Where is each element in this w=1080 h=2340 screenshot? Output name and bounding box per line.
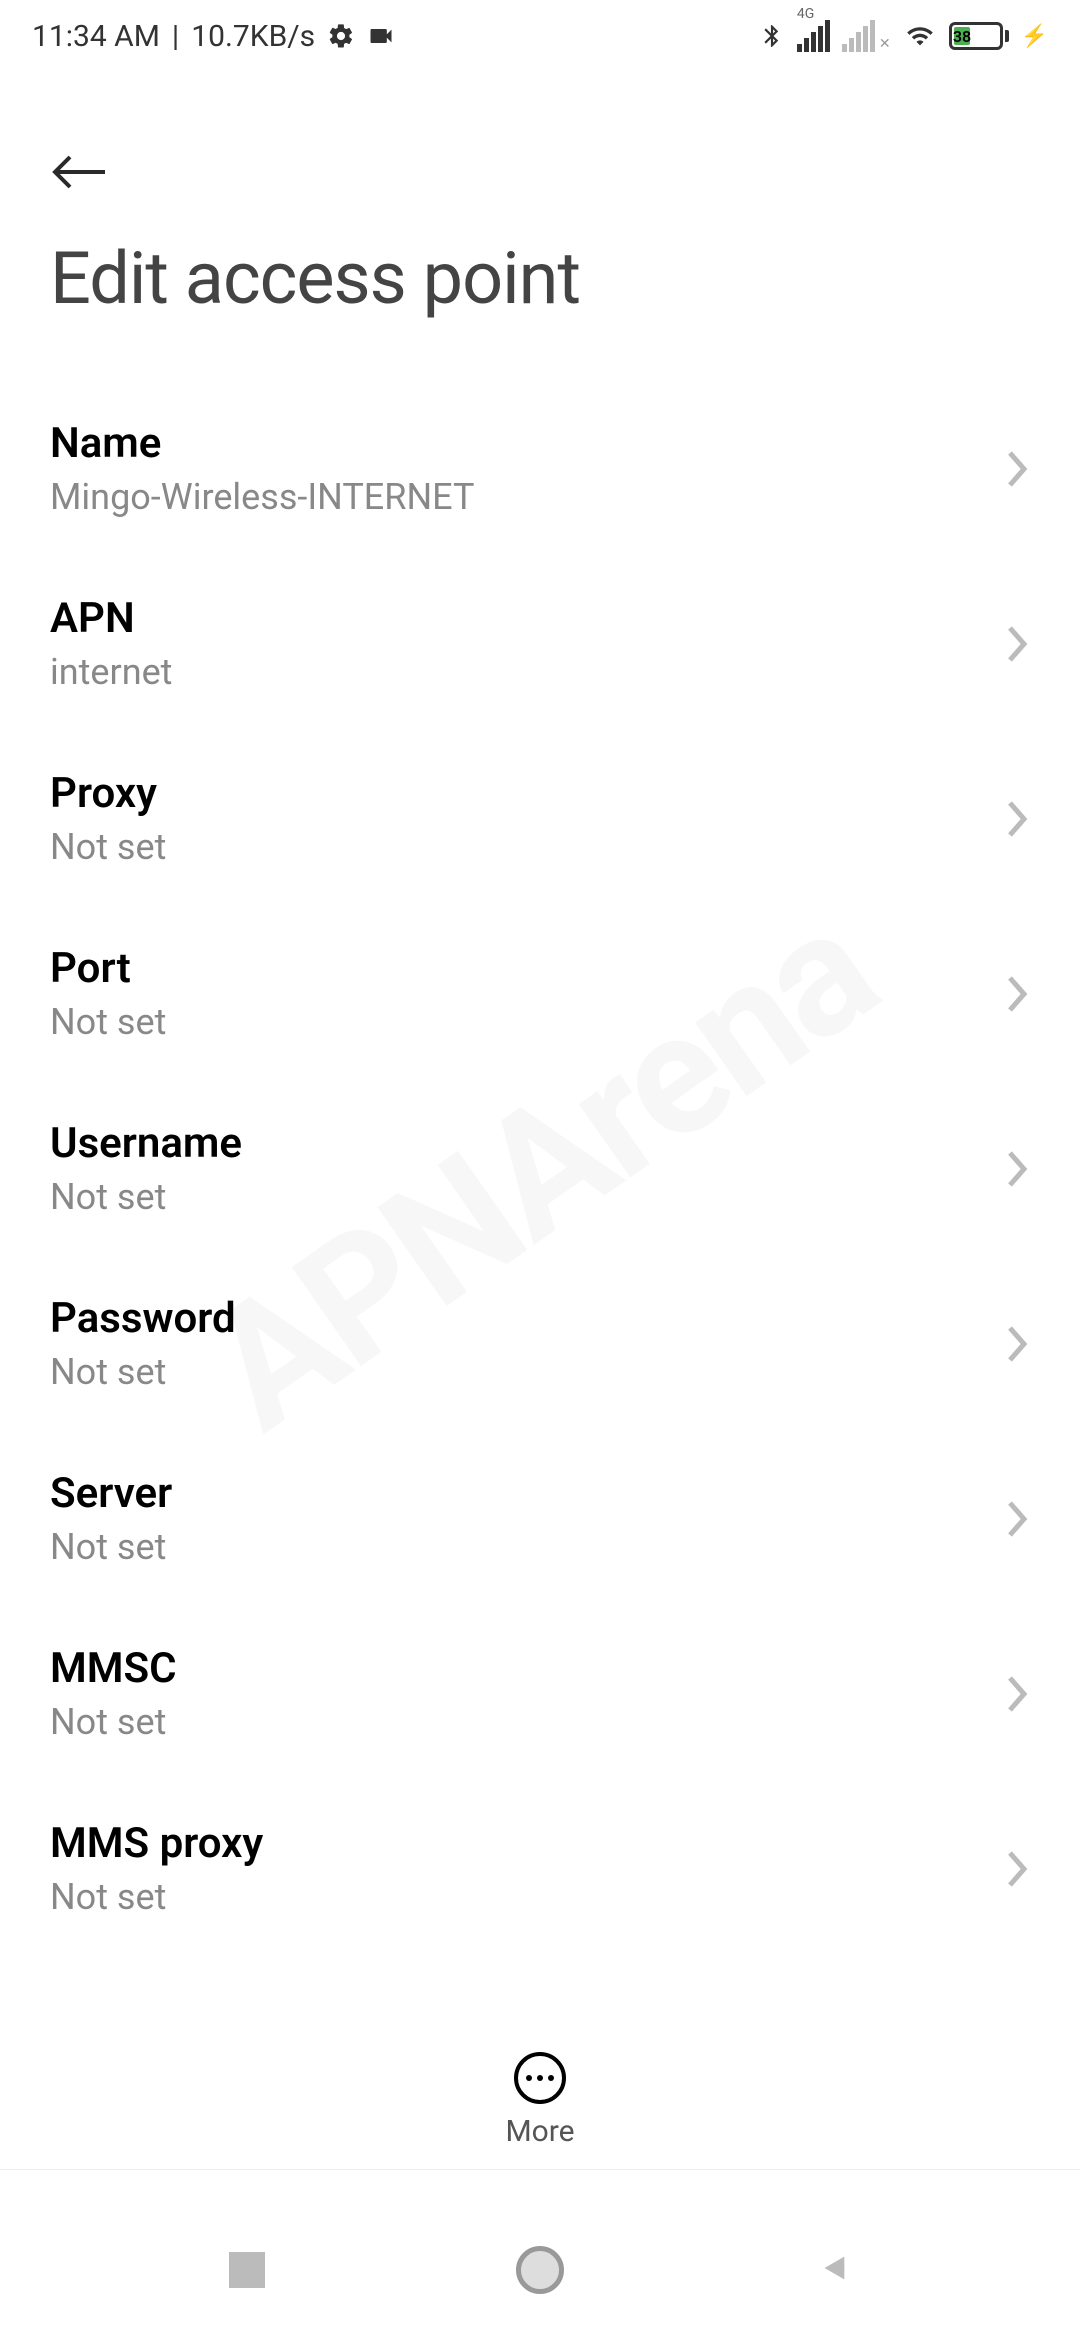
nav-bar xyxy=(0,2200,1080,2340)
status-time: 11:34 AM xyxy=(32,19,160,54)
chevron-right-icon xyxy=(1006,799,1030,839)
status-speed: 10.7KB/s xyxy=(191,19,315,54)
setting-row-password[interactable]: Password Not set xyxy=(0,1256,1080,1431)
setting-label: MMS proxy xyxy=(50,1819,263,1868)
status-bar: 11:34 AM | 10.7KB/s 4G ✕ xyxy=(0,0,1080,72)
charging-icon: ⚡ xyxy=(1021,24,1048,49)
setting-row-server[interactable]: Server Not set xyxy=(0,1431,1080,1606)
setting-label: Username xyxy=(50,1119,242,1168)
setting-label: MMSC xyxy=(50,1644,177,1693)
setting-label: Password xyxy=(50,1294,236,1343)
nav-recent-button[interactable] xyxy=(217,2240,277,2300)
gear-icon xyxy=(327,22,355,50)
setting-row-mms-proxy[interactable]: MMS proxy Not set xyxy=(0,1781,1080,1956)
chevron-right-icon xyxy=(1006,1849,1030,1889)
recent-icon xyxy=(229,2252,265,2288)
setting-value: Not set xyxy=(50,1001,166,1043)
setting-row-name[interactable]: Name Mingo-Wireless-INTERNET xyxy=(0,381,1080,556)
setting-label: APN xyxy=(50,594,172,643)
setting-value: Not set xyxy=(50,826,166,868)
settings-list: Name Mingo-Wireless-INTERNET APN interne… xyxy=(0,341,1080,1956)
nav-back-button[interactable] xyxy=(803,2240,863,2300)
more-icon xyxy=(514,2052,566,2104)
setting-value: Not set xyxy=(50,1876,263,1918)
more-button[interactable]: More xyxy=(0,2052,1080,2170)
more-label: More xyxy=(505,2114,574,2149)
chevron-right-icon xyxy=(1006,624,1030,664)
setting-value: Not set xyxy=(50,1701,177,1743)
setting-value: Not set xyxy=(50,1176,242,1218)
back-button[interactable] xyxy=(50,142,110,236)
chevron-right-icon xyxy=(1006,449,1030,489)
setting-label: Port xyxy=(50,944,166,993)
setting-value: internet xyxy=(50,651,172,693)
battery-level: 38 xyxy=(954,27,971,45)
camera-icon xyxy=(367,22,395,50)
page-header: Edit access point xyxy=(0,72,1080,341)
bluetooth-icon xyxy=(759,21,785,51)
page-title: Edit access point xyxy=(50,236,1030,321)
status-right: 4G ✕ 38 ⚡ xyxy=(759,20,1048,52)
chevron-right-icon xyxy=(1006,1149,1030,1189)
home-icon xyxy=(516,2246,564,2294)
setting-label: Proxy xyxy=(50,769,166,818)
no-signal-x-icon: ✕ xyxy=(879,36,891,52)
status-separator: | xyxy=(172,19,179,54)
setting-row-mmsc[interactable]: MMSC Not set xyxy=(0,1606,1080,1781)
setting-value: Not set xyxy=(50,1351,236,1393)
setting-value: Mingo-Wireless-INTERNET xyxy=(50,476,474,518)
nav-home-button[interactable] xyxy=(510,2240,570,2300)
setting-row-apn[interactable]: APN internet xyxy=(0,556,1080,731)
setting-value: Not set xyxy=(50,1526,172,1568)
wifi-icon xyxy=(903,22,937,50)
setting-row-username[interactable]: Username Not set xyxy=(0,1081,1080,1256)
setting-row-proxy[interactable]: Proxy Not set xyxy=(0,731,1080,906)
setting-label: Server xyxy=(50,1469,172,1518)
chevron-right-icon xyxy=(1006,1324,1030,1364)
chevron-right-icon xyxy=(1006,1674,1030,1714)
back-triangle-icon xyxy=(816,2248,850,2292)
setting-label: Name xyxy=(50,419,474,468)
signal-sim1: 4G xyxy=(797,20,830,52)
signal-sim2: ✕ xyxy=(842,20,891,52)
battery-indicator: 38 xyxy=(949,22,1009,50)
chevron-right-icon xyxy=(1006,974,1030,1014)
status-left: 11:34 AM | 10.7KB/s xyxy=(32,19,395,54)
network-type-label: 4G xyxy=(797,6,814,22)
setting-row-port[interactable]: Port Not set xyxy=(0,906,1080,1081)
chevron-right-icon xyxy=(1006,1499,1030,1539)
